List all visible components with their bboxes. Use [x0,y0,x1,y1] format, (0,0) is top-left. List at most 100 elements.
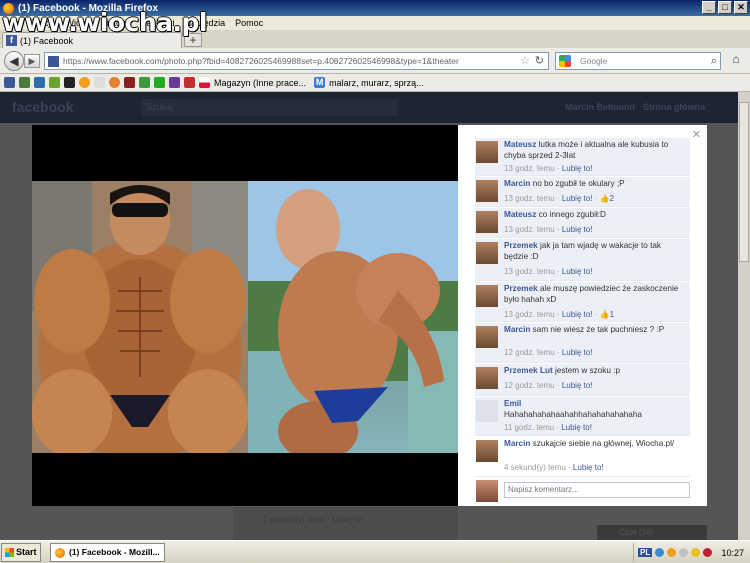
facebook-logo[interactable]: facebook [12,99,73,115]
avatar[interactable] [476,141,498,163]
taskbar: Start (1) Facebook - Mozill... PL 10:27 [0,540,750,563]
bookmark-icon[interactable] [64,77,75,88]
photo-left-half[interactable] [32,181,248,453]
bookmark-icon[interactable] [34,77,45,88]
close-icon[interactable]: ✕ [692,128,701,141]
avatar[interactable] [476,211,498,233]
comment-author[interactable]: Marcin [504,179,530,188]
google-engine-icon[interactable] [559,55,571,67]
like-link[interactable]: Lubię to! [573,463,604,472]
tray-icon[interactable] [679,548,689,557]
comment-item: Przemek ale muszę powiedziec że zaskocze… [475,282,690,322]
start-button[interactable]: Start [1,543,41,562]
comment-author[interactable]: Przemek Lut [504,366,553,375]
comment-meta: 13 godz. temu · Lubię to! [504,267,593,276]
comment-item: Mateusz lutka może i aktualna ale kubusi… [475,138,690,176]
home-icon[interactable]: ⌂ [726,52,746,70]
bookmark-nk-icon[interactable] [19,77,30,88]
comment-author[interactable]: Emil [504,399,521,408]
comment-author[interactable]: Przemek [504,284,538,293]
site-watermark: www.wiocha.pl [2,8,207,37]
avatar[interactable] [476,440,498,462]
like-link[interactable]: Lubię to! [562,310,593,319]
close-window-button[interactable]: ✕ [734,1,748,14]
like-link[interactable]: Lubię to! [562,164,593,173]
forward-button[interactable]: ▶ [24,54,40,68]
search-icon[interactable]: ⌕ [711,53,717,69]
system-tray: PL 10:27 [633,543,750,562]
like-link[interactable]: Lubię to! [562,267,593,276]
facebook-search-input[interactable]: Szukaj [142,99,398,116]
page-scrollbar[interactable] [738,92,750,540]
avatar[interactable] [476,400,498,422]
profile-link[interactable]: Marcin Bełmund [565,102,635,112]
bookmark-facebook-icon[interactable] [4,77,15,88]
minimize-button[interactable]: _ [702,1,716,14]
back-button[interactable]: ◀ [4,51,24,71]
like-count[interactable]: 👍2 [600,194,614,203]
url-bar[interactable]: https://www.facebook.com/photo.php?fbid=… [44,52,549,70]
bookmark-star-icon[interactable]: ☆ [520,53,530,69]
comment-meta: 13 godz. temu · Lubię to! · 👍2 [504,194,615,203]
comment-author[interactable]: Przemek [504,241,538,250]
bookmark-icon[interactable] [154,77,165,88]
taskbar-firefox-item[interactable]: (1) Facebook - Mozill... [50,543,165,562]
bookmark-icon[interactable] [79,77,90,88]
comment-text: Marcin no bo zgubił te okulary ;P [504,179,625,188]
bookmark-icon[interactable] [109,77,120,88]
avatar[interactable] [476,285,498,307]
comment-text: Marcin sam nie wiesz że tak puchniesz ? … [504,325,665,334]
comment-item: Marcin szukajcie siebie na głównej. Wioc… [475,437,690,477]
search-box[interactable]: Google ⌕ [555,52,721,70]
chat-bar[interactable]: Czat (18) [597,525,707,540]
comment-item: Mateusz co innego zgubił:D 13 godz. temu… [475,208,690,238]
comment-author[interactable]: Mateusz [504,210,536,219]
avatar[interactable] [476,180,498,202]
bookmark-icon[interactable] [139,77,150,88]
comment-text: Emil Hahahahahahaahahhahahahahahaha [504,399,642,419]
like-link[interactable]: Lubię to! [561,423,592,432]
comment-meta: 13 godz. temu · Lubię to! [504,225,593,234]
comment-input[interactable]: Napisz komentarz... [504,482,690,498]
bookmark-malarz[interactable]: malarz, murarz, sprzą... [329,78,424,88]
comment-composer: Napisz komentarz... [475,480,690,502]
bookmark-m-icon[interactable]: M [314,77,326,88]
tray-icon[interactable] [703,548,713,557]
comment-author[interactable]: Marcin [504,325,530,334]
poland-flag-icon[interactable] [199,77,210,88]
maximize-button[interactable]: □ [718,1,732,14]
like-link[interactable]: Lubię to! [562,348,593,357]
reload-icon[interactable]: ↻ [535,53,544,69]
security-shield-icon[interactable] [691,548,701,557]
like-link[interactable]: Lubię to! [562,194,593,203]
comment-item: Marcin no bo zgubił te okulary ;P 13 god… [475,177,690,207]
photo-right-half[interactable] [248,181,458,453]
comment-author[interactable]: Mateusz [504,140,536,149]
scrollbar-thumb[interactable] [739,102,749,262]
avatar[interactable] [476,367,498,389]
comment-meta: 13 godz. temu · Lubię to! [504,164,593,173]
avatar[interactable] [476,242,498,264]
bookmark-icon[interactable] [94,77,105,88]
bookmark-magazyn[interactable]: Magazyn (Inne prace... [214,78,306,88]
comment-author[interactable]: Marcin [504,439,530,448]
bookmark-icon[interactable] [184,77,195,88]
bookmark-icon[interactable] [49,77,60,88]
comment-item: Przemek jak ja tam wjadę w wakacje to ta… [475,239,690,281]
home-link[interactable]: Strona główna [643,102,705,112]
tray-icon[interactable] [655,548,665,557]
bookmark-icon[interactable] [124,77,135,88]
like-link[interactable]: Lubię to! [562,225,593,234]
language-indicator[interactable]: PL [638,548,653,557]
comment-text: Marcin szukajcie siebie na głównej. Wioc… [504,439,675,448]
bookmark-icon[interactable] [169,77,180,88]
like-count[interactable]: 👍1 [600,310,614,319]
comment-item: Emil Hahahahahahaahahhahahahahahaha 11 go… [475,397,690,436]
site-identity-icon[interactable] [48,56,59,67]
tab-label: (1) Facebook [20,35,74,46]
search-placeholder: Google [580,56,608,66]
tray-icon[interactable] [667,548,677,557]
avatar[interactable] [476,326,498,348]
menu-pomoc[interactable]: Pomoc [235,18,263,28]
like-link[interactable]: Lubię to! [562,381,593,390]
